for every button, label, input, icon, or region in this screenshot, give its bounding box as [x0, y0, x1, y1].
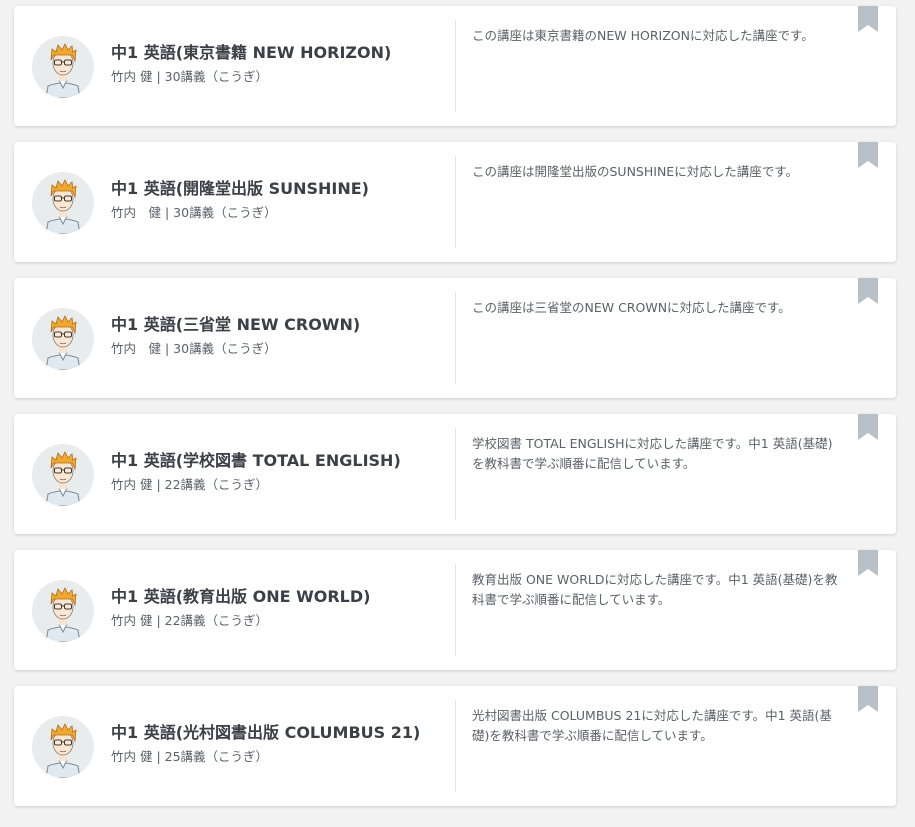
course-meta: 竹内 健 | 30講義（こうぎ）	[111, 341, 277, 356]
course-info: 中1 英語(開隆堂出版 SUNSHINE) 竹内 健 | 30講義（こうぎ）	[111, 179, 451, 221]
bookmark-icon[interactable]	[858, 550, 878, 576]
card-divider	[455, 156, 456, 248]
course-info: 中1 英語(光村図書出版 COLUMBUS 21) 竹内 健 | 25講義（こう…	[111, 723, 451, 765]
course-info: 中1 英語(教育出版 ONE WORLD) 竹内 健 | 22講義（こうぎ）	[111, 587, 451, 629]
course-meta: 竹内 健 | 22講義（こうぎ）	[111, 613, 269, 628]
course-description: この講座は東京書籍のNEW HORIZONに対応した講座です。	[472, 28, 814, 43]
course-info: 中1 英語(三省堂 NEW CROWN) 竹内 健 | 30講義（こうぎ）	[111, 315, 451, 357]
teacher-avatar	[32, 308, 94, 370]
course-info: 中1 英語(学校図書 TOTAL ENGLISH) 竹内 健 | 22講義（こう…	[111, 451, 451, 493]
course-description: この講座は三省堂のNEW CROWNに対応した講座です。	[472, 300, 791, 315]
bookmark-icon[interactable]	[858, 278, 878, 304]
course-title[interactable]: 中1 英語(三省堂 NEW CROWN)	[111, 315, 451, 335]
teacher-avatar	[32, 716, 94, 778]
course-meta: 竹内 健 | 22講義（こうぎ）	[111, 477, 269, 492]
course-card[interactable]: 中1 英語(開隆堂出版 SUNSHINE) 竹内 健 | 30講義（こうぎ） こ…	[14, 142, 896, 262]
course-title[interactable]: 中1 英語(光村図書出版 COLUMBUS 21)	[111, 723, 451, 743]
card-divider	[455, 20, 456, 112]
course-list: 中1 英語(東京書籍 NEW HORIZON) 竹内 健 | 30講義（こうぎ）…	[14, 6, 896, 822]
teacher-avatar	[32, 580, 94, 642]
course-meta: 竹内 健 | 30講義（こうぎ）	[111, 69, 269, 84]
teacher-avatar	[32, 444, 94, 506]
card-divider	[455, 428, 456, 520]
bookmark-icon[interactable]	[858, 686, 878, 712]
course-title[interactable]: 中1 英語(東京書籍 NEW HORIZON)	[111, 43, 451, 63]
course-description: 学校図書 TOTAL ENGLISHに対応した講座です。中1 英語(基礎)を教科…	[472, 436, 833, 471]
course-card[interactable]: 中1 英語(教育出版 ONE WORLD) 竹内 健 | 22講義（こうぎ） 教…	[14, 550, 896, 670]
bookmark-icon[interactable]	[858, 414, 878, 440]
course-title[interactable]: 中1 英語(学校図書 TOTAL ENGLISH)	[111, 451, 451, 471]
course-info: 中1 英語(東京書籍 NEW HORIZON) 竹内 健 | 30講義（こうぎ）	[111, 43, 451, 85]
course-description: この講座は開隆堂出版のSUNSHINEに対応した講座です。	[472, 164, 798, 179]
course-description: 教育出版 ONE WORLDに対応した講座です。中1 英語(基礎)を教科書で学ぶ…	[472, 572, 838, 607]
teacher-avatar	[32, 172, 94, 234]
bookmark-icon[interactable]	[858, 6, 878, 32]
card-divider	[455, 700, 456, 792]
course-description: 光村図書出版 COLUMBUS 21に対応した講座です。中1 英語(基礎)を教科…	[472, 708, 832, 743]
teacher-avatar	[32, 36, 94, 98]
card-divider	[455, 564, 456, 656]
course-card[interactable]: 中1 英語(光村図書出版 COLUMBUS 21) 竹内 健 | 25講義（こう…	[14, 686, 896, 806]
course-card[interactable]: 中1 英語(学校図書 TOTAL ENGLISH) 竹内 健 | 22講義（こう…	[14, 414, 896, 534]
bookmark-icon[interactable]	[858, 142, 878, 168]
course-card[interactable]: 中1 英語(三省堂 NEW CROWN) 竹内 健 | 30講義（こうぎ） この…	[14, 278, 896, 398]
course-title[interactable]: 中1 英語(開隆堂出版 SUNSHINE)	[111, 179, 451, 199]
course-title[interactable]: 中1 英語(教育出版 ONE WORLD)	[111, 587, 451, 607]
course-meta: 竹内 健 | 25講義（こうぎ）	[111, 749, 269, 764]
card-divider	[455, 292, 456, 384]
course-meta: 竹内 健 | 30講義（こうぎ）	[111, 205, 277, 220]
course-card[interactable]: 中1 英語(東京書籍 NEW HORIZON) 竹内 健 | 30講義（こうぎ）…	[14, 6, 896, 126]
